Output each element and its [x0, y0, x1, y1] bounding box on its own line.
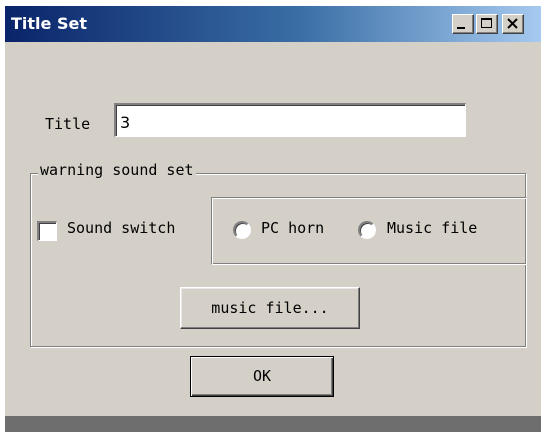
minimize-button[interactable]: [452, 14, 474, 34]
pc-horn-radio[interactable]: [233, 221, 251, 239]
warning-sound-legend: warning sound set: [38, 161, 196, 179]
ok-button[interactable]: OK: [190, 356, 334, 397]
title-bar[interactable]: Title Set: [5, 6, 541, 42]
music-file-label[interactable]: Music file: [387, 219, 477, 237]
sound-switch-checkbox[interactable]: [37, 221, 57, 241]
sound-switch-label[interactable]: Sound switch: [67, 219, 175, 237]
title-set-dialog: Title Set Title warning sound set Sound …: [5, 6, 541, 432]
close-button[interactable]: [502, 14, 524, 34]
title-label: Title: [45, 115, 91, 133]
music-file-radio[interactable]: [358, 221, 376, 239]
bottom-border: [5, 416, 541, 432]
pc-horn-label[interactable]: PC horn: [261, 219, 324, 237]
music-file-button[interactable]: music file...: [180, 287, 360, 329]
window-title: Title Set: [11, 14, 87, 33]
title-input[interactable]: [114, 103, 466, 137]
maximize-button[interactable]: [476, 14, 498, 34]
